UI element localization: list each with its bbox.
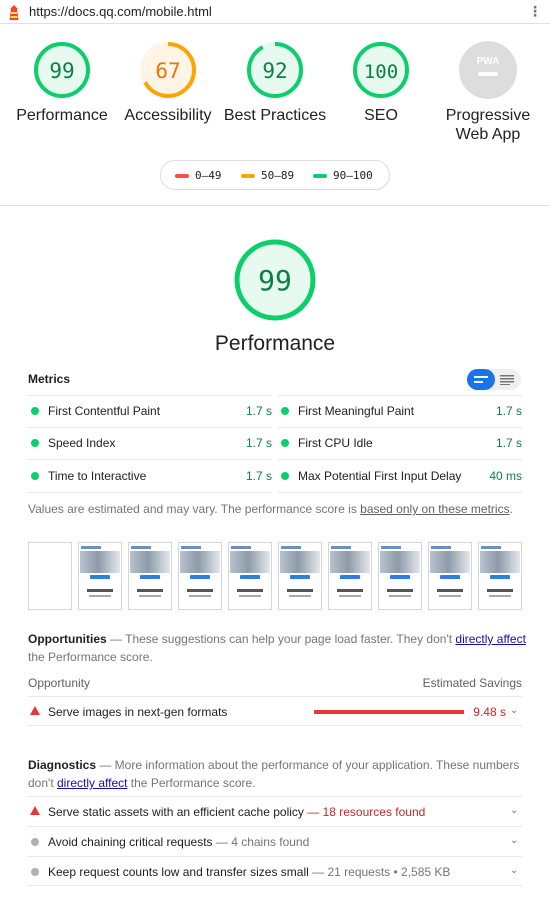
- performance-section-gauge: 99 Performance: [195, 238, 355, 356]
- performance-gauge-ring: 99: [34, 42, 90, 98]
- gauge-label: SEO: [364, 107, 398, 124]
- chevron-down-icon[interactable]: ⌄: [510, 866, 520, 876]
- metrics-note-link[interactable]: based only on these metrics: [360, 502, 509, 516]
- seo-gauge-ring: 100: [353, 42, 409, 98]
- filmstrip-frame: [328, 542, 372, 610]
- accessibility-gauge-ring: 67: [140, 42, 196, 98]
- pass-dot-icon: [31, 472, 39, 480]
- filmstrip-frame: [228, 542, 272, 610]
- legend-pass: 90–100: [313, 169, 373, 182]
- performance-section-title: Performance: [214, 332, 336, 355]
- pass-dot-icon: [281, 407, 289, 415]
- chevron-down-icon[interactable]: ⌄: [510, 836, 520, 846]
- metric-first-contentful-paint: First Contentful Paint 1.7 s: [28, 395, 272, 427]
- load-filmstrip: [28, 542, 522, 610]
- category-gauges: 99 Performance 67 Accessibility 92 Best …: [0, 40, 550, 150]
- diagnostics-directly-affect-link[interactable]: directly affect: [57, 776, 127, 790]
- accessibility-score: 67: [155, 59, 180, 83]
- performance-score: 99: [49, 59, 74, 83]
- gauge-accessibility[interactable]: 67 Accessibility: [108, 40, 228, 125]
- metric-first-cpu-idle: First CPU Idle 1.7 s: [278, 427, 522, 459]
- metric-divider: [278, 492, 522, 493]
- chevron-down-icon[interactable]: ⌄: [510, 706, 520, 716]
- gauge-best-practices[interactable]: 92 Best Practices: [215, 40, 335, 125]
- performance-big-score: 99: [258, 264, 292, 297]
- gauge-performance[interactable]: 99 Performance: [2, 40, 122, 125]
- seo-score: 100: [364, 61, 398, 83]
- pass-dot-icon: [31, 407, 39, 415]
- opportunities-description: Opportunities — These suggestions can he…: [28, 632, 526, 664]
- legend-fail: 0–49: [175, 169, 222, 182]
- filmstrip-frame: [278, 542, 322, 610]
- metric-speed-index: Speed Index 1.7 s: [28, 427, 272, 459]
- metrics-view-toggle[interactable]: [467, 369, 521, 390]
- metrics-disclaimer: Values are estimated and may vary. The p…: [28, 502, 513, 516]
- best-practices-score: 92: [262, 59, 287, 83]
- metric-first-meaningful-paint: First Meaningful Paint 1.7 s: [278, 395, 522, 427]
- info-dot-icon: [31, 838, 39, 846]
- gauge-seo[interactable]: 100 SEO: [321, 40, 441, 125]
- section-divider: [0, 205, 550, 206]
- score-scale-legend: 0–49 50–89 90–100: [160, 160, 390, 190]
- chevron-down-icon[interactable]: ⌄: [510, 806, 520, 816]
- filmstrip-frame: [428, 542, 472, 610]
- filmstrip-frame: [478, 542, 522, 610]
- diagnostic-row-request-counts[interactable]: Keep request counts low and transfer siz…: [28, 856, 522, 886]
- page-url: https://docs.qq.com/mobile.html: [29, 4, 212, 19]
- fail-triangle-icon: [30, 806, 40, 815]
- pwa-badge-icon: PWA: [459, 41, 517, 99]
- filmstrip-frame: [178, 542, 222, 610]
- savings-bar: [314, 710, 464, 714]
- diagnostic-row-cache-policy[interactable]: Serve static assets with an efficient ca…: [28, 796, 522, 826]
- opportunities-directly-affect-link[interactable]: directly affect: [455, 632, 525, 646]
- gauge-label: Best Practices: [223, 107, 327, 124]
- diagnostic-row-critical-requests[interactable]: Avoid chaining critical requests — 4 cha…: [28, 826, 522, 856]
- metric-divider: [28, 492, 272, 493]
- pwa-badge-text: PWA: [477, 56, 500, 67]
- pass-dot-icon: [281, 439, 289, 447]
- lighthouse-icon: [9, 5, 19, 20]
- gauge-label: Progressive Web App: [445, 107, 531, 143]
- performance-big-ring: 99: [234, 239, 316, 321]
- filmstrip-frame-blank: [28, 542, 72, 610]
- savings-column-label: Estimated Savings: [422, 676, 522, 690]
- diagnostics-heading: Diagnostics: [28, 758, 97, 772]
- expanded-view-icon: [500, 375, 514, 385]
- opportunity-row-next-gen-formats[interactable]: Serve images in next-gen formats 9.48 s …: [28, 696, 522, 726]
- metrics-heading: Metrics: [28, 372, 71, 386]
- best-practices-gauge-ring: 92: [247, 42, 303, 98]
- opportunity-column-label: Opportunity: [28, 676, 91, 690]
- more-menu-icon[interactable]: ⋮: [528, 4, 542, 20]
- opportunities-table-header: Opportunity Estimated Savings: [28, 676, 522, 690]
- pass-dot-icon: [31, 439, 39, 447]
- filmstrip-frame: [378, 542, 422, 610]
- opportunities-heading: Opportunities: [28, 632, 107, 646]
- gauge-pwa[interactable]: PWA Progressive Web App: [428, 40, 548, 144]
- metric-time-to-interactive: Time to Interactive 1.7 s: [28, 460, 272, 492]
- gauge-label: Performance: [16, 107, 108, 124]
- gauge-label: Accessibility: [124, 107, 212, 124]
- compact-view-icon: [474, 376, 488, 383]
- pass-dot-icon: [281, 472, 289, 480]
- filmstrip-frame: [78, 542, 122, 610]
- filmstrip-frame: [128, 542, 172, 610]
- fail-triangle-icon: [30, 706, 40, 715]
- info-dot-icon: [31, 868, 39, 876]
- address-bar: https://docs.qq.com/mobile.html ⋮: [0, 0, 550, 24]
- metric-max-potential-fid: Max Potential First Input Delay 40 ms: [278, 460, 522, 492]
- diagnostics-description: Diagnostics — More information about the…: [28, 758, 520, 790]
- legend-average: 50–89: [241, 169, 294, 182]
